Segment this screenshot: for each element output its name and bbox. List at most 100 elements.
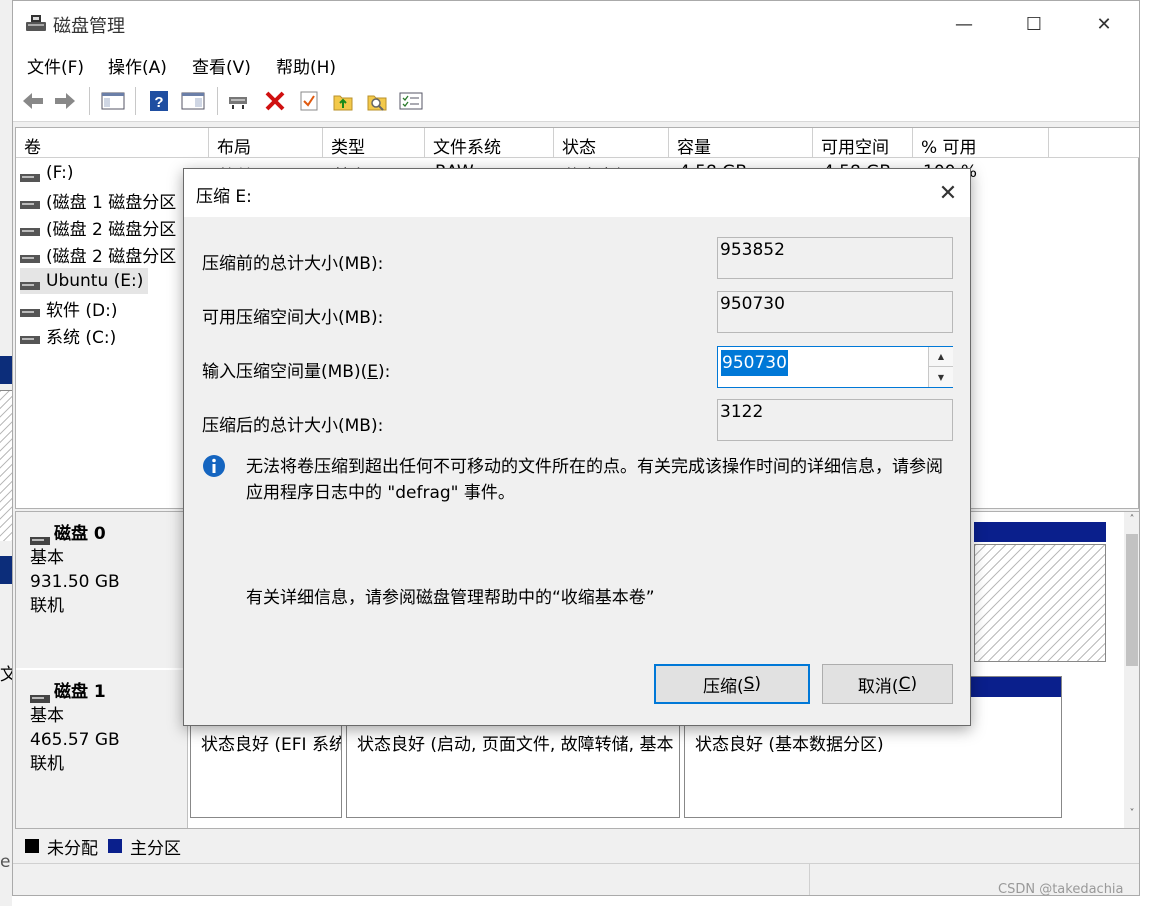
close-button[interactable]: ✕: [1069, 1, 1139, 47]
shrink-button[interactable]: 压缩(S): [654, 664, 810, 704]
dialog-title: 压缩 E:: [196, 187, 252, 207]
partition-status: 状态良好 (启动, 页面文件, 故障转储, 基本: [357, 735, 674, 755]
minimize-button[interactable]: —: [929, 1, 999, 47]
help-message: 有关详细信息，请参阅磁盘管理帮助中的“收缩基本卷”: [246, 588, 655, 608]
volume-row[interactable]: (磁盘 2 磁盘分区: [20, 214, 176, 240]
spin-buttons: ▲ ▼: [928, 347, 953, 387]
back-icon[interactable]: [21, 89, 45, 113]
close-icon: ✕: [1096, 13, 1112, 35]
shrink-amount-label: 输入压缩空间量(MB)(E):: [202, 357, 390, 382]
available-space-label: 可用压缩空间大小(MB):: [202, 308, 384, 328]
volume-name: (F:): [46, 163, 74, 183]
disk-name: 磁盘 0: [54, 524, 106, 544]
partition-status: 状态良好 (EFI 系统: [201, 735, 341, 755]
volume-row-selected[interactable]: Ubuntu (E:): [20, 268, 148, 294]
total-after-field: 3122: [717, 399, 953, 441]
scrollbar-thumb[interactable]: [1126, 534, 1138, 666]
menu-file[interactable]: 文件(F): [27, 53, 84, 78]
shrink-button-label: 压缩(: [702, 676, 744, 697]
legend-label-unallocated: 未分配: [47, 838, 98, 859]
total-after-label: 压缩后的总计大小(MB):: [202, 416, 384, 436]
column-header-type[interactable]: 类型: [323, 128, 425, 158]
shrink-amount-label-end: ):: [377, 362, 391, 382]
disk-type: 基本: [30, 706, 64, 726]
maximize-button[interactable]: ☐: [999, 1, 1069, 47]
partition-header-bar: [974, 522, 1106, 542]
show-hide-console-icon[interactable]: [101, 89, 125, 113]
disk-name: 磁盘 1: [54, 682, 106, 702]
disk-type: 基本: [30, 548, 64, 568]
toolbar-separator: [89, 87, 90, 115]
shrink-amount-label-accesskey: E: [367, 362, 378, 382]
delete-icon[interactable]: [263, 89, 287, 113]
column-header-volume[interactable]: 卷: [16, 128, 209, 158]
legend-swatch-primary: [108, 839, 122, 853]
column-header-free-space[interactable]: 可用空间: [813, 128, 913, 158]
volume-icon: [20, 195, 40, 209]
column-header-percent-free[interactable]: % 可用: [913, 128, 1049, 158]
check-icon[interactable]: [297, 89, 321, 113]
volume-row[interactable]: (磁盘 1 磁盘分区: [20, 187, 176, 213]
volume-icon: [20, 330, 40, 344]
scroll-down-icon[interactable]: ˅: [1126, 808, 1138, 822]
properties-pane-icon[interactable]: [181, 89, 205, 113]
legend: 未分配 主分区: [15, 831, 1139, 861]
volume-row[interactable]: 系统 (C:): [20, 322, 116, 348]
menu-bar: 文件(F) 操作(A) 查看(V) 帮助(H): [13, 47, 1139, 81]
up-folder-icon[interactable]: [331, 89, 355, 113]
title-bar: 磁盘管理 — ☐ ✕: [13, 1, 1139, 47]
search-folder-icon[interactable]: [365, 89, 389, 113]
svg-text:?: ?: [154, 94, 163, 111]
minimize-icon: —: [955, 13, 973, 35]
disk-management-app-icon: [25, 13, 47, 35]
volume-icon: [20, 168, 40, 182]
column-header-blank: [1049, 128, 1139, 158]
help-icon[interactable]: ?: [147, 89, 171, 113]
total-before-label: 压缩前的总计大小(MB):: [202, 254, 384, 274]
cancel-button[interactable]: 取消(C): [822, 664, 953, 704]
volume-name: (磁盘 2 磁盘分区: [46, 246, 177, 267]
volume-name: Ubuntu (E:): [46, 271, 144, 291]
spin-down-icon[interactable]: ▼: [929, 367, 953, 387]
vertical-scrollbar[interactable]: ˄ ˅: [1124, 512, 1139, 828]
volume-row[interactable]: 软件 (D:): [20, 295, 118, 321]
background-window-hatch: [0, 390, 12, 541]
disk-icon: [30, 687, 50, 703]
spin-up-icon[interactable]: ▲: [929, 347, 953, 367]
shrink-amount-input[interactable]: 950730: [721, 350, 788, 376]
cancel-button-accesskey: C: [898, 674, 911, 694]
partition-status: 状态良好 (基本数据分区): [695, 735, 884, 755]
scroll-up-icon[interactable]: ˄: [1126, 514, 1138, 528]
cancel-button-label-end: ): [910, 674, 918, 694]
list-view-icon[interactable]: [399, 89, 423, 113]
connect-drive-icon[interactable]: [227, 89, 251, 113]
volume-row[interactable]: (磁盘 2 磁盘分区: [20, 241, 176, 267]
volume-name: (磁盘 1 磁盘分区: [46, 192, 177, 213]
toolbar-separator: [135, 87, 136, 115]
volume-icon: [20, 303, 40, 317]
background-window-text: e: [0, 852, 11, 872]
partition-hatched[interactable]: [974, 544, 1106, 662]
volume-row[interactable]: (F:): [20, 160, 73, 186]
column-header-status[interactable]: 状态: [554, 128, 669, 158]
background-window-bar: [0, 556, 12, 584]
total-before-field: 953852: [717, 237, 953, 279]
disk-size: 465.57 GB: [30, 730, 120, 750]
forward-icon[interactable]: [53, 89, 77, 113]
shrink-dialog: 压缩 E: ✕ 压缩前的总计大小(MB): 953852 可用压缩空间大小(MB…: [183, 168, 971, 726]
shrink-amount-spinbox[interactable]: 950730 ▲ ▼: [717, 346, 953, 388]
menu-view[interactable]: 查看(V): [192, 53, 251, 78]
dialog-close-button[interactable]: ✕: [926, 169, 970, 217]
available-space-field: 950730: [717, 291, 953, 333]
menu-help[interactable]: 帮助(H): [276, 53, 336, 78]
disk-size: 931.50 GB: [30, 572, 120, 592]
column-header-filesystem[interactable]: 文件系统: [425, 128, 554, 158]
shrink-amount-label-text: 输入压缩空间量(MB)(: [202, 362, 368, 382]
menu-action[interactable]: 操作(A): [108, 53, 167, 78]
column-header-layout[interactable]: 布局: [209, 128, 323, 158]
disk-0-info[interactable]: 磁盘 0 基本 931.50 GB 联机: [16, 512, 188, 668]
column-header-capacity[interactable]: 容量: [669, 128, 813, 158]
disk-1-info[interactable]: 磁盘 1 基本 465.57 GB 联机: [16, 670, 188, 828]
disk-status: 联机: [30, 596, 64, 616]
disk-status: 联机: [30, 754, 64, 774]
